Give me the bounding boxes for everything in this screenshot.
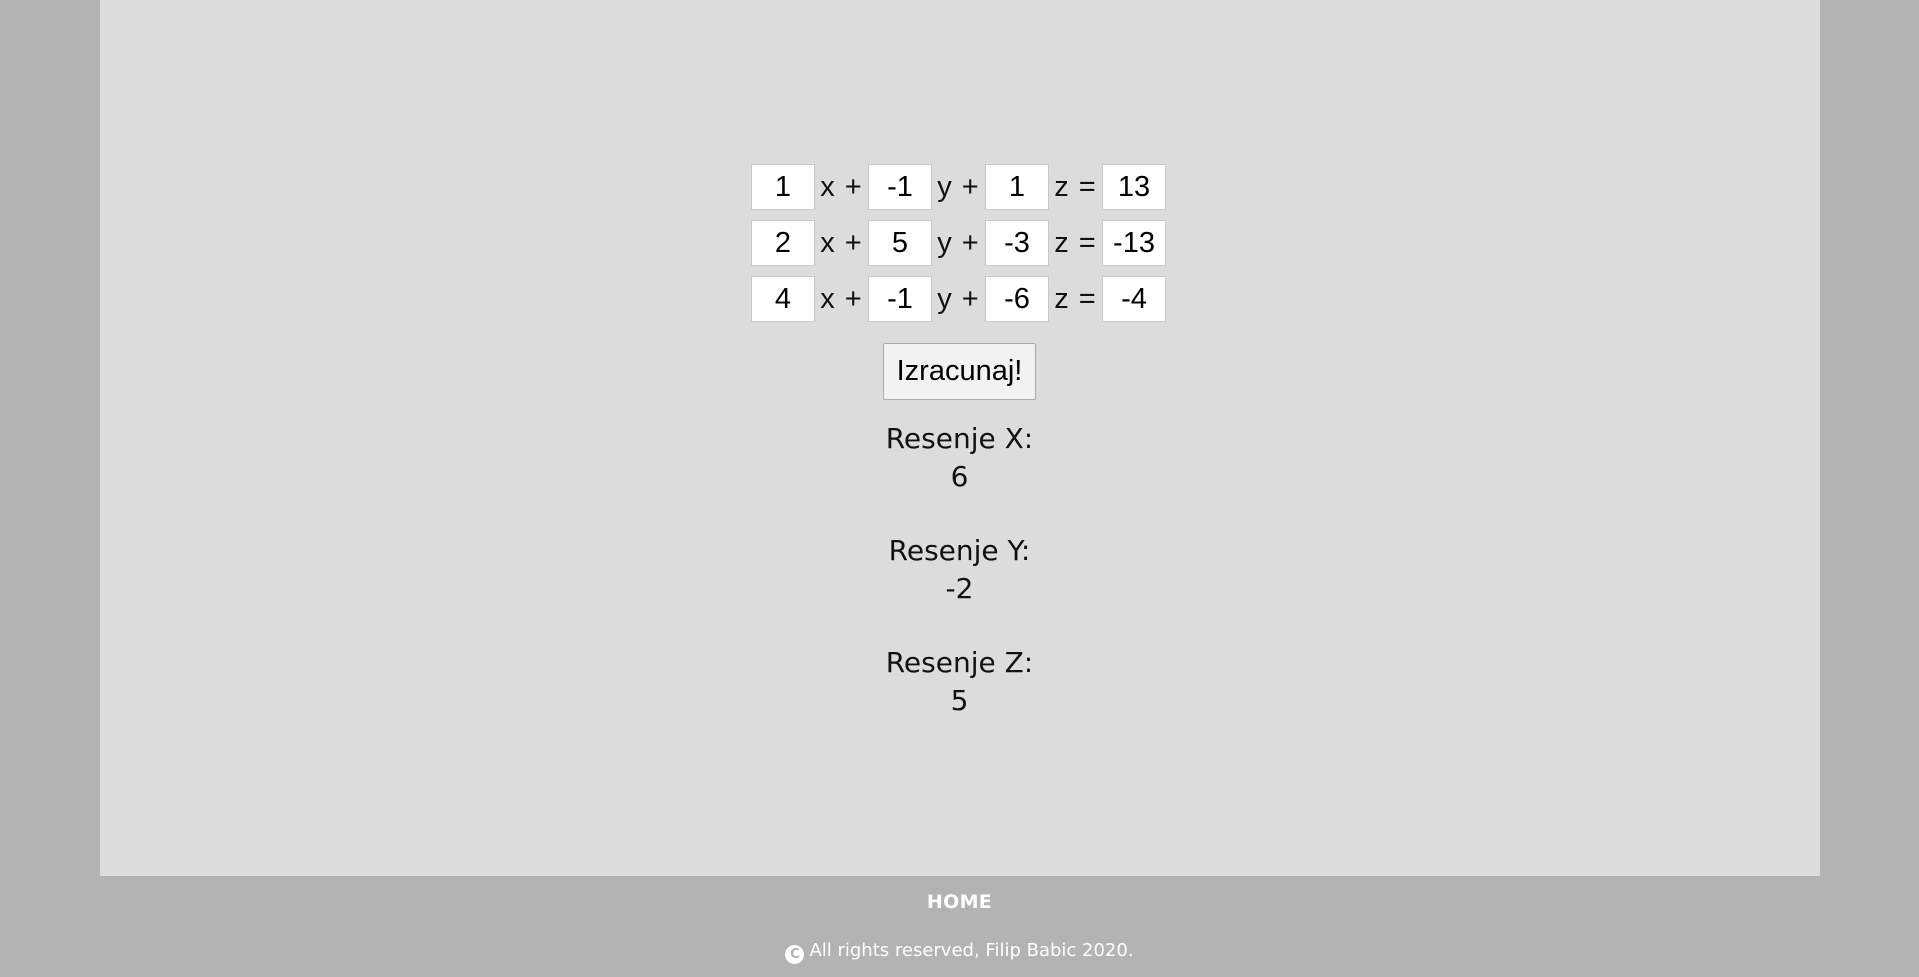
eq1-z-coefficient-input[interactable] <box>985 164 1049 210</box>
eq1-y-coefficient-input[interactable] <box>868 164 932 210</box>
eq1-x-coefficient-input[interactable] <box>751 164 815 210</box>
x-plus-label: x + <box>820 170 863 203</box>
eq1-constant-input[interactable] <box>1102 164 1166 210</box>
equation-system: x + y + z = x + y + z = x + y + z = <box>751 164 1166 332</box>
eq3-z-coefficient-input[interactable] <box>985 276 1049 322</box>
z-equals-label: z = <box>1054 282 1097 315</box>
equation-row-1: x + y + z = <box>751 164 1166 210</box>
result-y-label: Resenje Y: <box>888 534 1031 567</box>
result-z-label: Resenje Z: <box>885 646 1034 679</box>
result-z-value: 5 <box>950 684 969 717</box>
equation-row-2: x + y + z = <box>751 220 1166 266</box>
x-plus-label: x + <box>820 226 863 259</box>
y-plus-label: y + <box>937 282 980 315</box>
page: x + y + z = x + y + z = x + y + z = Izra… <box>0 0 1919 977</box>
y-plus-label: y + <box>937 170 980 203</box>
z-equals-label: z = <box>1054 226 1097 259</box>
result-z: Resenje Z: 5 <box>0 644 1919 720</box>
result-x: Resenje X: 6 <box>0 420 1919 496</box>
eq2-y-coefficient-input[interactable] <box>868 220 932 266</box>
result-x-label: Resenje X: <box>885 422 1034 455</box>
result-y-value: -2 <box>945 572 974 605</box>
result-y: Resenje Y: -2 <box>0 532 1919 608</box>
equation-row-3: x + y + z = <box>751 276 1166 322</box>
z-equals-label: z = <box>1054 170 1097 203</box>
eq2-constant-input[interactable] <box>1102 220 1166 266</box>
eq3-y-coefficient-input[interactable] <box>868 276 932 322</box>
calculate-button[interactable]: Izracunaj! <box>883 343 1036 400</box>
copyright-notice: C All rights reserved, Filip Babic 2020. <box>0 940 1919 964</box>
home-link[interactable]: HOME <box>0 891 1919 913</box>
copyright-text: All rights reserved, Filip Babic 2020. <box>809 940 1134 961</box>
result-x-value: 6 <box>950 460 969 493</box>
footer: HOME C All rights reserved, Filip Babic 2… <box>0 876 1919 977</box>
results: Resenje X: 6 Resenje Y: -2 Resenje Z: 5 <box>0 420 1919 756</box>
eq2-z-coefficient-input[interactable] <box>985 220 1049 266</box>
eq2-x-coefficient-input[interactable] <box>751 220 815 266</box>
copyright-icon: C <box>785 945 805 964</box>
eq3-constant-input[interactable] <box>1102 276 1166 322</box>
eq3-x-coefficient-input[interactable] <box>751 276 815 322</box>
x-plus-label: x + <box>820 282 863 315</box>
y-plus-label: y + <box>937 226 980 259</box>
